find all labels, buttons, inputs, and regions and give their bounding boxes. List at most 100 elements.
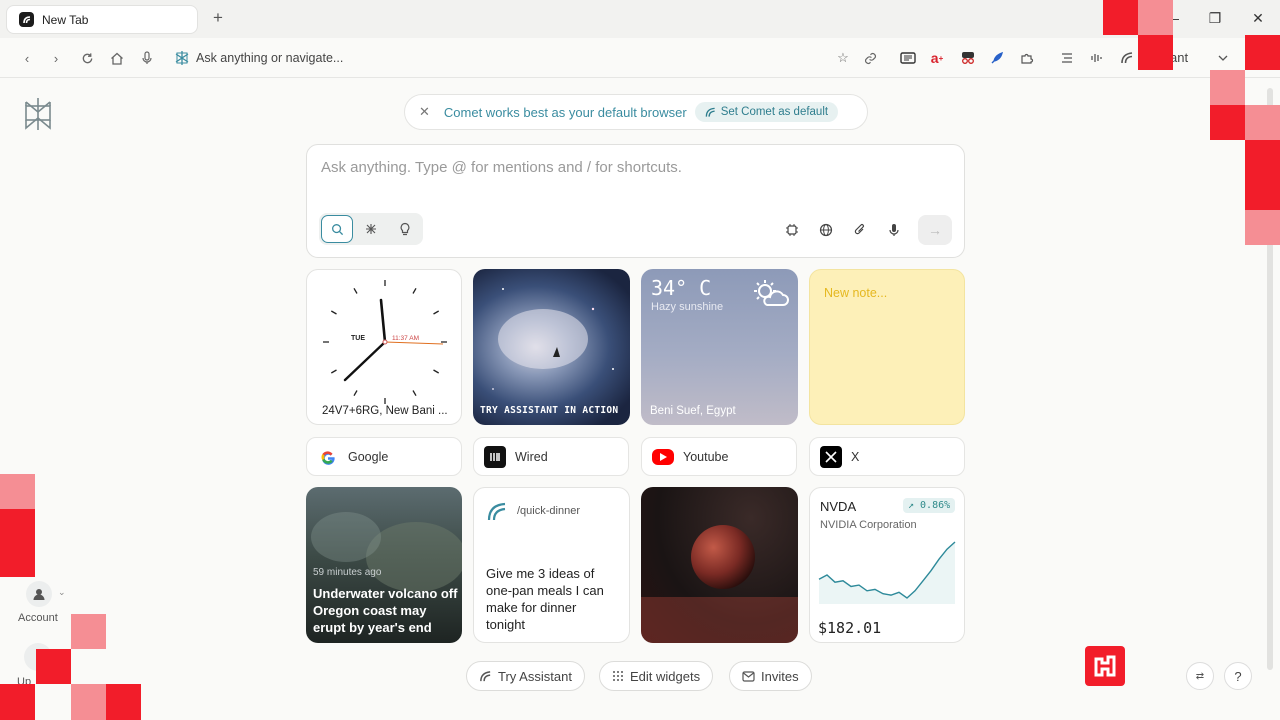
app-logo-badge[interactable] xyxy=(1085,646,1125,686)
news-widget[interactable]: 59 minutes ago Underwater volcano off Or… xyxy=(306,487,462,643)
youtube-icon xyxy=(652,448,674,465)
clock-tick xyxy=(433,310,440,315)
comet-favicon-icon xyxy=(19,12,34,27)
analog-clock xyxy=(323,280,447,404)
labs-lightbulb-icon[interactable] xyxy=(389,215,421,243)
news-headline: Underwater volcano off Oregon coast may … xyxy=(313,586,458,635)
clock-widget[interactable]: TUE 11:37 AM 24V7+6RG, New Bani ... xyxy=(306,269,462,425)
clock-day: TUE xyxy=(351,335,365,342)
tab-strip: New Tab + — ❐ ✕ xyxy=(0,0,1280,38)
stock-widget[interactable]: NVDA ↗ 0.86% NVIDIA Corporation $182.01 xyxy=(809,487,965,643)
clock-tick xyxy=(330,310,337,315)
toolbar: ‹ › Ask anything or navigate... ☆ a + ant xyxy=(0,38,1280,78)
invites-button[interactable]: Invites xyxy=(729,661,812,691)
link-icon[interactable] xyxy=(861,49,879,67)
stock-company: NVIDIA Corporation xyxy=(820,519,917,531)
globe-icon[interactable] xyxy=(817,221,835,239)
weather-temp: 34° C xyxy=(651,276,712,300)
stock-ticker: NVDA xyxy=(820,499,857,514)
assistant-icon[interactable] xyxy=(1118,49,1136,67)
incognito-extension-icon[interactable] xyxy=(959,49,977,67)
search-mode-icon[interactable] xyxy=(321,215,353,243)
attach-paperclip-icon[interactable] xyxy=(851,221,869,239)
wired-icon xyxy=(484,445,506,468)
shortcut-prompt: Give me 3 ideas of one-pan meals I can m… xyxy=(486,566,604,632)
stock-price: $182.01 xyxy=(818,619,882,637)
edit-widgets-label: Edit widgets xyxy=(630,668,701,684)
shortcut-command: /quick-dinner xyxy=(517,505,580,517)
language-icon[interactable]: ⇄ xyxy=(1186,662,1214,690)
feather-extension-icon[interactable] xyxy=(988,49,1006,67)
voice-mic-icon[interactable] xyxy=(885,221,903,239)
back-icon[interactable]: ‹ xyxy=(18,49,36,67)
tab-title: New Tab xyxy=(42,12,89,27)
site-label: Wired xyxy=(515,449,548,464)
sun-cloud-icon xyxy=(754,280,789,306)
weather-location: Beni Suef, Egypt xyxy=(650,405,736,417)
dismiss-banner-icon[interactable]: ✕ xyxy=(419,104,430,120)
forward-icon[interactable]: › xyxy=(47,49,65,67)
default-browser-banner: ✕ Comet works best as your default brows… xyxy=(404,94,868,130)
clock-digital-time: 11:37 AM xyxy=(392,335,419,342)
extensions-puzzle-icon[interactable] xyxy=(1018,49,1036,67)
clock-tick xyxy=(412,390,417,397)
site-label: Google xyxy=(348,449,389,464)
clock-tick xyxy=(353,390,358,397)
try-assistant-button[interactable]: Try Assistant xyxy=(466,661,585,691)
research-mode-icon[interactable] xyxy=(355,215,387,243)
grid-dots-icon xyxy=(613,671,623,681)
microphone-icon[interactable] xyxy=(138,49,156,67)
invites-label: Invites xyxy=(761,668,799,684)
site-youtube[interactable]: Youtube xyxy=(641,437,797,476)
submit-arrow-button[interactable]: → xyxy=(918,215,952,245)
shortcut-widget[interactable]: /quick-dinner Give me 3 ideas of one-pan… xyxy=(473,487,630,643)
user-icon xyxy=(33,589,45,600)
set-default-button[interactable]: Set Comet as default xyxy=(694,102,839,122)
translate-extension-icon[interactable]: a + xyxy=(928,49,946,67)
edit-widgets-button[interactable]: Edit widgets xyxy=(599,661,714,691)
stock-change-badge: ↗ 0.86% xyxy=(903,498,956,513)
clock-tick xyxy=(412,287,417,294)
help-icon[interactable]: ? xyxy=(1224,662,1252,690)
comet-shortcut-icon xyxy=(487,502,506,521)
chevron-down-icon[interactable] xyxy=(1214,49,1232,67)
try-assistant-label: Try Assistant xyxy=(498,668,572,684)
reader-extension-icon[interactable] xyxy=(899,49,917,67)
restore-icon[interactable]: ❐ xyxy=(1205,10,1225,27)
site-x[interactable]: X xyxy=(809,437,965,476)
note-input[interactable]: New note... xyxy=(824,286,887,300)
clock-tick xyxy=(353,287,358,294)
clock-tick xyxy=(330,369,337,374)
promo-label: TRY ASSISTANT IN ACTION xyxy=(480,405,619,416)
site-wired[interactable]: Wired xyxy=(473,437,629,476)
reload-icon[interactable] xyxy=(78,49,96,67)
assistant-pill-icon xyxy=(480,670,491,681)
site-label: Youtube xyxy=(683,449,729,464)
home-icon[interactable] xyxy=(108,49,126,67)
stock-sparkline xyxy=(818,541,956,604)
comet-button-icon xyxy=(705,107,715,117)
planet-image-widget[interactable] xyxy=(641,487,798,643)
omnibox[interactable]: Ask anything or navigate... xyxy=(174,49,343,67)
clock-location: 24V7+6RG, New Bani ... xyxy=(322,405,448,417)
audio-wave-icon[interactable] xyxy=(1088,49,1106,67)
tab-new-tab[interactable]: New Tab xyxy=(6,5,198,34)
menu-lines-icon[interactable] xyxy=(1058,49,1076,67)
clock-tick xyxy=(433,369,440,374)
bookmark-star-icon[interactable]: ☆ xyxy=(834,49,852,67)
banner-text: Comet works best as your default browser xyxy=(443,104,687,120)
note-widget[interactable]: New note... xyxy=(809,269,965,425)
new-tab-button[interactable]: + xyxy=(208,8,228,28)
weather-widget[interactable]: 34° C Hazy sunshine Beni Suef, Egypt xyxy=(641,269,798,425)
account-chevron-icon[interactable]: ⌄ xyxy=(58,587,66,598)
close-window-icon[interactable]: ✕ xyxy=(1248,10,1268,27)
focus-chip-icon[interactable] xyxy=(783,221,801,239)
search-mode-toggle xyxy=(319,213,423,245)
search-input[interactable]: Ask anything. Type @ for mentions and / … xyxy=(321,159,682,176)
search-box[interactable]: Ask anything. Type @ for mentions and / … xyxy=(306,144,965,258)
assistant-promo-widget[interactable]: TRY ASSISTANT IN ACTION xyxy=(473,269,630,425)
account-avatar[interactable] xyxy=(26,581,52,607)
planet-image xyxy=(641,525,798,643)
red-logo-icon xyxy=(1094,655,1116,677)
site-google[interactable]: Google xyxy=(306,437,462,476)
